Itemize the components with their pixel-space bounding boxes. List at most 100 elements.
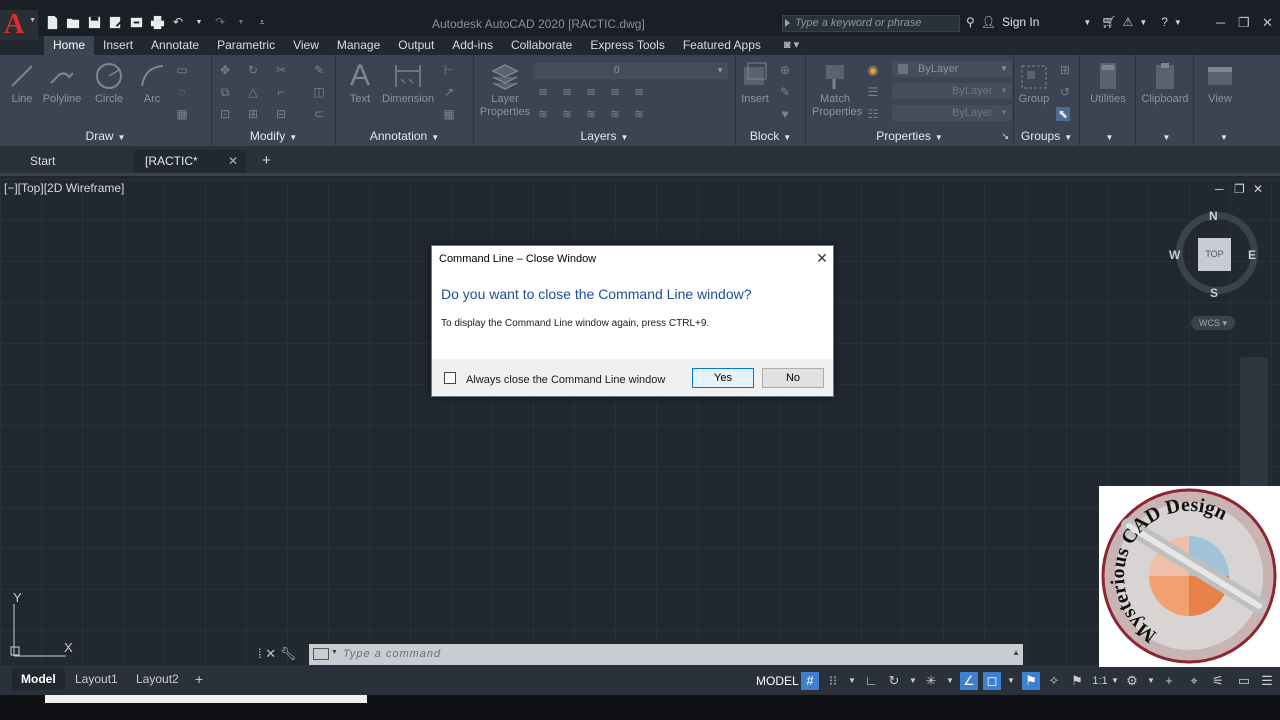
tab-add-ins[interactable]: Add-ins xyxy=(443,36,502,55)
maximize-icon[interactable]: ❐ xyxy=(1238,15,1250,31)
arc-tool[interactable]: Arc xyxy=(130,61,174,106)
scale-dropdown-icon[interactable]: ▼ xyxy=(1106,672,1124,690)
new-tab-plus-icon[interactable]: + xyxy=(262,152,271,169)
tab-start[interactable]: Start xyxy=(30,154,55,168)
snap-icon[interactable]: ⁝⁝ xyxy=(824,672,842,690)
compass-s[interactable]: S xyxy=(1210,286,1218,300)
search-input[interactable]: Type a keyword or phrase xyxy=(782,15,960,32)
workspace-dropdown-icon[interactable]: ▼ xyxy=(1142,672,1160,690)
chevron-down-icon[interactable]: ▼ xyxy=(331,649,338,656)
auto-scale-icon[interactable]: ⚑ xyxy=(1068,672,1086,690)
undo-icon[interactable]: ↶ xyxy=(170,14,186,30)
iso-dropdown-icon[interactable]: ▼ xyxy=(941,672,959,690)
tab-ractic-drawing[interactable]: [RACTIC* ✕ xyxy=(134,150,246,173)
view-dropdown[interactable]: ▼ xyxy=(1194,128,1250,144)
add-layout-plus-icon[interactable]: + xyxy=(186,669,212,690)
dialog-close-icon[interactable]: ✕ xyxy=(814,250,830,266)
view-tool[interactable]: View xyxy=(1198,61,1242,106)
compass-e[interactable]: E xyxy=(1248,248,1256,262)
group-edit-icon[interactable]: ↺ xyxy=(1058,85,1072,99)
layers-panel-title[interactable]: Layers ▼ xyxy=(474,128,735,144)
command-line-handle[interactable]: ⁞ ✕ 🔧︎ xyxy=(258,646,296,662)
tab-insert[interactable]: Insert xyxy=(94,36,142,55)
application-menu-button[interactable]: A ▼ xyxy=(0,10,38,40)
tab-model[interactable]: Model xyxy=(12,669,65,690)
command-line[interactable]: ▼ Type a command ▲ xyxy=(309,644,1023,665)
layer-tool-8-icon[interactable]: ≋ xyxy=(584,107,598,121)
tab-view[interactable]: View xyxy=(284,36,328,55)
open-folder-icon[interactable] xyxy=(65,14,81,30)
ribbon-toggle-icon[interactable]: ◙ ▾ xyxy=(770,36,799,55)
quick-properties-icon[interactable]: ⚟ xyxy=(1209,672,1227,690)
app-dropdown-icon[interactable]: ▼ xyxy=(1139,18,1147,27)
crosshair-icon[interactable]: + xyxy=(1160,672,1178,690)
viewcube-top-face[interactable]: TOP xyxy=(1198,238,1231,271)
wcs-menu[interactable]: WCS ▾ xyxy=(1191,316,1235,330)
table-insert-icon[interactable]: ▦ xyxy=(442,107,456,121)
navigation-bar[interactable] xyxy=(1240,357,1268,487)
units-icon[interactable]: ⌖ xyxy=(1185,672,1203,690)
group-select-icon[interactable]: ⬉ xyxy=(1056,107,1070,121)
publish-icon[interactable] xyxy=(128,14,144,30)
layer-tool-2-icon[interactable]: ≋ xyxy=(560,85,574,99)
wrench-icon[interactable]: 🔧︎ xyxy=(280,646,297,661)
copy-icon[interactable]: ⧉ xyxy=(218,85,232,99)
viewport-close-icon[interactable]: ✕ xyxy=(1253,182,1263,196)
polyline-tool[interactable]: Polyline xyxy=(40,61,84,106)
dialog-launcher-icon[interactable]: ↘ xyxy=(1001,128,1009,144)
chevron-up-icon[interactable]: ▲ xyxy=(1012,648,1020,657)
line-tool[interactable]: Line xyxy=(0,61,44,106)
ortho-icon[interactable]: ∟ xyxy=(862,672,880,690)
close-tab-icon[interactable]: ✕ xyxy=(228,150,238,172)
edit-block-icon[interactable]: ✎ xyxy=(778,85,792,99)
no-button[interactable]: No xyxy=(762,368,824,388)
mirror-icon[interactable]: △ xyxy=(246,85,260,99)
color-dropdown[interactable]: ByLayer ▼ xyxy=(892,61,1012,77)
block-panel-title[interactable]: Block ▼ xyxy=(736,128,805,144)
always-close-checkbox[interactable] xyxy=(444,372,456,384)
tab-annotate[interactable]: Annotate xyxy=(142,36,208,55)
minimize-icon[interactable]: ─ xyxy=(1216,15,1225,30)
scale-icon[interactable]: ⊞ xyxy=(246,107,260,121)
command-history-icon[interactable] xyxy=(313,648,329,660)
polar-icon[interactable]: ↻ xyxy=(885,672,903,690)
stretch-icon[interactable]: ⊡ xyxy=(218,107,232,121)
ungroup-icon[interactable]: ⊞ xyxy=(1058,63,1072,77)
viewport-restore-icon[interactable]: ❐ xyxy=(1234,182,1245,196)
erase-icon[interactable]: ✎ xyxy=(312,63,326,77)
command-input[interactable]: Type a command xyxy=(343,648,441,660)
cart-icon[interactable]: 🛒︎ xyxy=(1101,15,1116,29)
match-properties-tool[interactable]: Match Properties xyxy=(812,61,862,119)
layer-tool-5-icon[interactable]: ≋ xyxy=(632,85,646,99)
layer-tool-3-icon[interactable]: ≋ xyxy=(584,85,598,99)
layer-properties-tool[interactable]: Layer Properties xyxy=(478,61,532,119)
insert-block-tool[interactable]: Insert xyxy=(733,61,777,106)
object-snap-tracking-icon[interactable]: ∠ xyxy=(960,672,978,690)
linetype-dropdown[interactable]: ByLayer ▼ xyxy=(892,83,1012,99)
viewport-minimize-icon[interactable]: ─ xyxy=(1215,182,1224,196)
customize-qat-icon[interactable]: ⩡ xyxy=(254,14,270,30)
tab-layout1[interactable]: Layout1 xyxy=(66,669,127,690)
sign-in-dropdown-icon[interactable]: ▼ xyxy=(1083,18,1091,27)
compass-n[interactable]: N xyxy=(1209,209,1218,223)
offset-icon[interactable]: ⊂ xyxy=(312,107,326,121)
autodesk-app-icon[interactable]: ⚠︎ xyxy=(1123,15,1134,29)
workspace-gear-icon[interactable]: ⚙ xyxy=(1123,672,1141,690)
yes-button[interactable]: Yes xyxy=(692,368,754,388)
layer-tool-10-icon[interactable]: ≋ xyxy=(632,107,646,121)
circle-tool[interactable]: Circle xyxy=(87,61,131,106)
model-space-toggle[interactable]: MODEL xyxy=(756,674,799,688)
tab-express-tools[interactable]: Express Tools xyxy=(581,36,673,55)
save-as-icon[interactable] xyxy=(107,14,123,30)
always-close-label[interactable]: Always close the Command Line window xyxy=(466,374,665,386)
create-block-icon[interactable]: ⊕ xyxy=(778,63,792,77)
tab-output[interactable]: Output xyxy=(389,36,443,55)
new-file-icon[interactable] xyxy=(44,14,60,30)
lineweight-dropdown[interactable]: ByLayer ▼ xyxy=(892,105,1012,121)
layer-dropdown[interactable]: 0 ▼ xyxy=(534,63,728,79)
snap-dropdown-icon[interactable]: ▼ xyxy=(843,672,861,690)
tab-home[interactable]: Home xyxy=(44,36,95,55)
plot-icon[interactable] xyxy=(149,14,165,30)
osnap-dropdown-icon[interactable]: ▼ xyxy=(1002,672,1020,690)
properties-panel-title[interactable]: Properties ▼ ↘ xyxy=(806,128,1013,144)
